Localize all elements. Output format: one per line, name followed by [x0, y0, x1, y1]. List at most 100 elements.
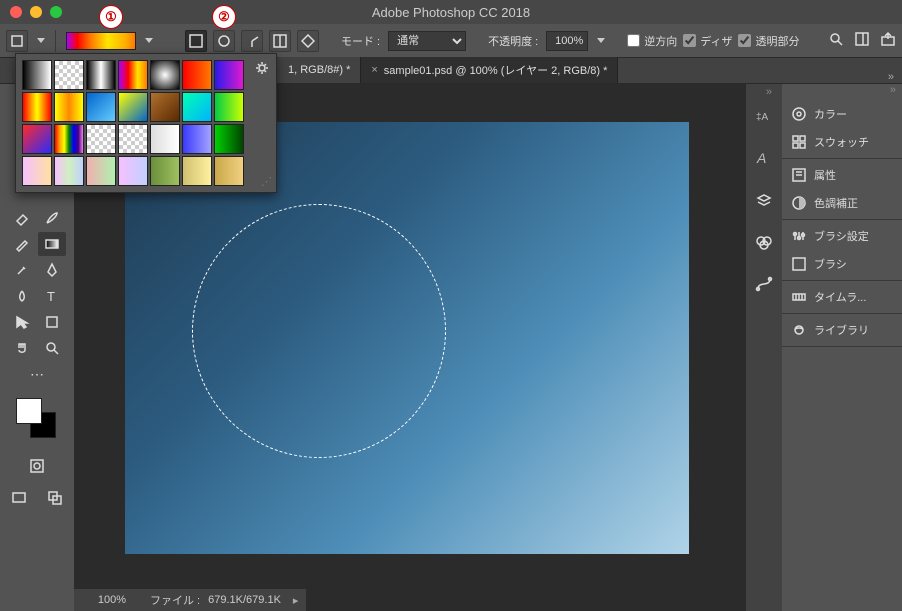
gradient-preset-12[interactable]	[182, 92, 212, 122]
svg-text:A: A	[756, 150, 766, 166]
transparency-checkbox[interactable]: 透明部分	[738, 33, 799, 49]
gradient-preset-8[interactable]	[54, 92, 84, 122]
quick-mask-toggle[interactable]	[23, 454, 51, 478]
libraries-icon	[790, 321, 808, 339]
timeline-icon	[790, 288, 808, 306]
panel-brush-settings[interactable]: ブラシ設定	[782, 222, 902, 250]
gradient-preset-21[interactable]	[22, 156, 52, 186]
resize-grip-icon[interactable]: ⋰	[261, 175, 272, 188]
tab-close-icon[interactable]: ×	[371, 64, 377, 76]
dock-character-icon[interactable]: ‡A	[754, 106, 774, 126]
zoom-level[interactable]: 100%	[82, 594, 142, 606]
annotation-1: ①	[99, 5, 123, 29]
gradient-preset-22[interactable]	[54, 156, 84, 186]
dock-channels-icon[interactable]	[754, 232, 774, 252]
gradient-preset-4[interactable]	[150, 60, 180, 90]
gradient-type-radial[interactable]	[213, 30, 235, 52]
gradient-preset-3[interactable]	[118, 60, 148, 90]
blend-mode-select[interactable]: 通常	[388, 31, 466, 51]
annotation-2: ②	[212, 5, 236, 29]
gradient-preset-25[interactable]	[150, 156, 180, 186]
tab-overflow-icon[interactable]: »	[888, 71, 894, 83]
panel-timeline[interactable]: タイムラ...	[782, 283, 902, 311]
share-icon[interactable]	[880, 31, 896, 50]
gradient-preset-18[interactable]	[150, 124, 180, 154]
dock-paths-icon[interactable]	[754, 274, 774, 294]
gradient-preset-20[interactable]	[214, 124, 244, 154]
gradient-preset-1[interactable]	[54, 60, 84, 90]
gradient-preset-10[interactable]	[118, 92, 148, 122]
gradient-preset-27[interactable]	[214, 156, 244, 186]
panel-properties[interactable]: 属性	[782, 161, 902, 189]
window-zoom-button[interactable]	[50, 6, 62, 18]
panel-libraries[interactable]: ライブラリ	[782, 316, 902, 344]
gradient-picker-popup[interactable]: ⋰	[15, 53, 277, 193]
tool-brush[interactable]	[38, 206, 66, 230]
gradient-preset-7[interactable]	[22, 92, 52, 122]
gradient-preset-24[interactable]	[118, 156, 148, 186]
gear-icon[interactable]	[254, 60, 270, 79]
tab-title: sample01.psd @ 100% (レイヤー 2, RGB/8) *	[384, 62, 608, 78]
tool-pen[interactable]	[38, 258, 66, 282]
tool-hand[interactable]	[8, 336, 36, 360]
foreground-background-colors[interactable]	[16, 398, 58, 440]
dock-layers-icon[interactable]	[754, 190, 774, 210]
tool-blur[interactable]	[8, 284, 36, 308]
gradient-preset-2[interactable]	[86, 60, 116, 90]
document-tab-1[interactable]: 1, RGB/8#) *	[278, 57, 361, 83]
gradient-preset-26[interactable]	[182, 156, 212, 186]
workspace-icon[interactable]	[854, 31, 870, 50]
window-close-button[interactable]	[10, 6, 22, 18]
foreground-color[interactable]	[16, 398, 42, 424]
tool-gradient[interactable]	[38, 232, 66, 256]
gradient-preset-14[interactable]	[22, 124, 52, 154]
panel-color[interactable]: カラー	[782, 100, 902, 128]
tool-eyedropper[interactable]	[8, 258, 36, 282]
screen-mode-standard[interactable]	[5, 486, 33, 510]
gradient-picker-caret[interactable]	[145, 38, 153, 43]
gradient-type-linear[interactable]	[185, 30, 207, 52]
gradient-preset-17[interactable]	[118, 124, 148, 154]
tool-type[interactable]: T	[38, 284, 66, 308]
gradient-preview[interactable]	[66, 32, 136, 50]
tool-eraser[interactable]	[8, 206, 36, 230]
gradient-preset-23[interactable]	[86, 156, 116, 186]
tool-preset-caret[interactable]	[37, 38, 45, 43]
search-icon[interactable]	[828, 31, 844, 50]
gradient-type-diamond[interactable]	[297, 30, 319, 52]
gradient-preset-16[interactable]	[86, 124, 116, 154]
tool-pencil[interactable]	[8, 232, 36, 256]
file-info-value: 679.1K/679.1K	[208, 594, 281, 606]
panel-adjustments[interactable]: 色調補正	[782, 189, 902, 217]
panel-swatches[interactable]: スウォッチ	[782, 128, 902, 156]
gradient-preset-6[interactable]	[214, 60, 244, 90]
opacity-caret[interactable]	[597, 38, 605, 43]
dock-paragraph-icon[interactable]: A	[754, 148, 774, 168]
gradient-type-angle[interactable]	[241, 30, 263, 52]
document-tab-active[interactable]: × sample01.psd @ 100% (レイヤー 2, RGB/8) *	[361, 57, 618, 83]
reverse-checkbox[interactable]: 逆方向	[627, 33, 677, 49]
status-caret-icon[interactable]: ▸	[293, 594, 299, 607]
panel-collapse-icon[interactable]: »	[782, 84, 902, 98]
tool-path-select[interactable]	[8, 310, 36, 334]
brushes-icon	[790, 255, 808, 273]
panel-brushes[interactable]: ブラシ	[782, 250, 902, 278]
dither-checkbox[interactable]: ディザ	[683, 33, 732, 49]
gradient-preset-19[interactable]	[182, 124, 212, 154]
tool-edit-toolbar[interactable]: ⋯	[23, 362, 51, 386]
adjustments-icon	[790, 194, 808, 212]
gradient-preset-9[interactable]	[86, 92, 116, 122]
tool-preset-picker[interactable]	[6, 30, 28, 52]
gradient-preset-11[interactable]	[150, 92, 180, 122]
tool-zoom[interactable]	[38, 336, 66, 360]
tool-shape[interactable]	[38, 310, 66, 334]
gradient-preset-15[interactable]	[54, 124, 84, 154]
screen-mode-switch[interactable]	[41, 486, 69, 510]
gradient-type-reflected[interactable]	[269, 30, 291, 52]
opacity-input[interactable]	[546, 31, 588, 51]
opacity-label: 不透明度 :	[488, 33, 538, 49]
gradient-preset-13[interactable]	[214, 92, 244, 122]
gradient-preset-0[interactable]	[22, 60, 52, 90]
window-minimize-button[interactable]	[30, 6, 42, 18]
gradient-preset-5[interactable]	[182, 60, 212, 90]
